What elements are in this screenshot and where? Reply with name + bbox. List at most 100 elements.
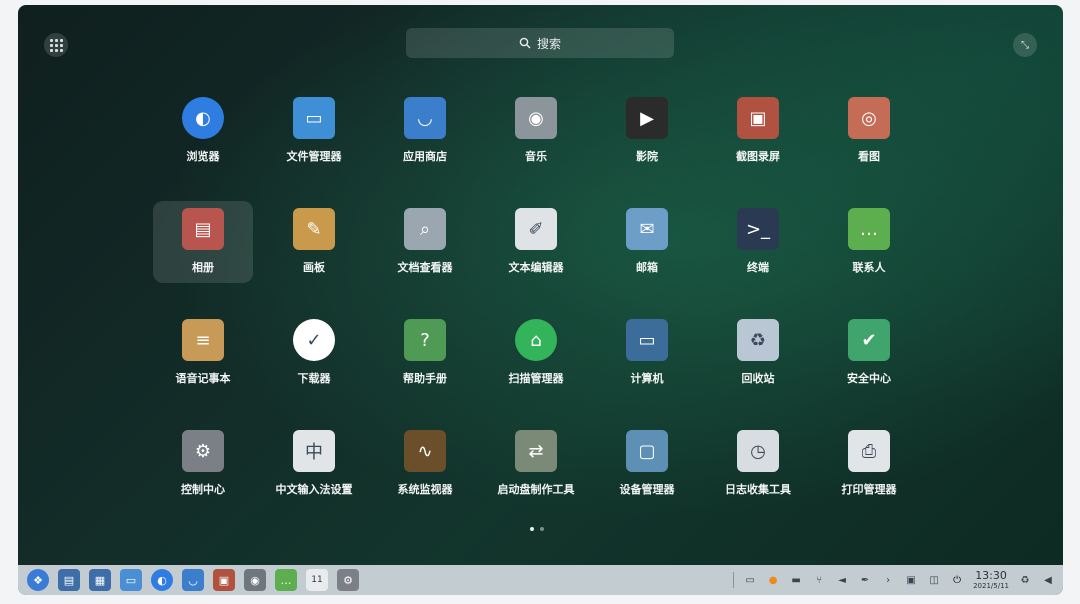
app-label: 系统监视器 [397, 483, 453, 496]
app-label: 文本编辑器 [508, 261, 564, 274]
shopping-bag-icon: ◡ [404, 97, 446, 139]
text-editor-icon: ✐ [515, 208, 557, 250]
grid-view-button[interactable] [44, 33, 68, 57]
page-indicator [530, 527, 544, 531]
usb-icon[interactable]: ⑂ [812, 573, 826, 587]
app-terminal[interactable]: >_ 终端 [708, 201, 808, 283]
chat-icon[interactable]: … [275, 569, 297, 591]
search-box[interactable]: 搜索 [406, 28, 674, 58]
app-label: 语音记事本 [175, 372, 231, 385]
app-computer[interactable]: ▭ 计算机 [597, 312, 697, 394]
browser-icon[interactable]: ◐ [151, 569, 173, 591]
image-viewer-icon: ◎ [848, 97, 890, 139]
app-control-center[interactable]: ⚙ 控制中心 [153, 423, 253, 505]
browser-icon: ◐ [182, 97, 224, 139]
app-music[interactable]: ◉ 音乐 [486, 90, 586, 172]
app-file-manager[interactable]: ▭ 文件管理器 [264, 90, 364, 172]
photo-album-icon: ▤ [182, 208, 224, 250]
app-mail[interactable]: ✉ 邮箱 [597, 201, 697, 283]
grid-icon [49, 38, 63, 52]
fullscreen-toggle-button[interactable]: ⤡ [1013, 33, 1037, 57]
app-label: 终端 [747, 261, 769, 274]
shield-check-icon: ✔ [848, 319, 890, 361]
window-icon[interactable]: ▣ [904, 573, 918, 587]
folder-icon: ▭ [293, 97, 335, 139]
app-label: 相册 [192, 261, 214, 274]
cpu-icon[interactable]: ◫ [927, 573, 941, 587]
usb-icon: ⇄ [515, 430, 557, 472]
app-system-monitor[interactable]: ∿ 系统监视器 [375, 423, 475, 505]
launcher-screen: 搜索 ⤡ ◐ 浏览器 ▭ 文件管理器 ◡ 应用商店 ◉ 音乐 ▶ 影院 ▣ 截图录屏 ◎ 看图 ▤ 相册 ✎ 画板… [18, 5, 1063, 595]
settings-icon[interactable]: ⚙ [337, 569, 359, 591]
screen-icon[interactable]: ▭ [743, 573, 757, 587]
dock-items: ❖ ▤ ▦ ▭ ◐ ◡ ▣ ◉ … 11 ⚙ [18, 569, 359, 591]
keyboard-icon[interactable]: ▬ [789, 573, 803, 587]
pen-icon[interactable]: ✒ [858, 573, 872, 587]
app-label: 文档查看器 [397, 261, 453, 274]
workspace-icon[interactable]: ▦ [89, 569, 111, 591]
app-voice-note[interactable]: ≡ 语音记事本 [153, 312, 253, 394]
app-draw[interactable]: ✎ 画板 [264, 201, 364, 283]
notification-icon[interactable]: ◀ [1041, 573, 1055, 587]
app-label: 文件管理器 [286, 150, 342, 163]
page-dot[interactable] [540, 527, 544, 531]
chat-icon: … [848, 208, 890, 250]
app-label: 应用商店 [403, 150, 447, 163]
search-icon [519, 37, 531, 49]
tray-separator [733, 572, 735, 588]
app-label: 影院 [636, 150, 658, 163]
chevron-right-icon[interactable]: › [881, 573, 895, 587]
page-dot[interactable] [530, 527, 534, 531]
app-label: 启动盘制作工具 [497, 483, 575, 496]
app-scanner[interactable]: ⌂ 扫描管理器 [486, 312, 586, 394]
clock[interactable]: 13:30 2021/5/11 [973, 570, 1009, 590]
app-screenshot[interactable]: ▣ 截图录屏 [708, 90, 808, 172]
app-image-viewer[interactable]: ◎ 看图 [819, 90, 919, 172]
music-icon[interactable]: ◉ [244, 569, 266, 591]
app-label: 日志收集工具 [725, 483, 791, 496]
app-print-manager[interactable]: ⎙ 打印管理器 [819, 423, 919, 505]
palette-icon: ✎ [293, 208, 335, 250]
app-text-editor[interactable]: ✐ 文本编辑器 [486, 201, 586, 283]
keyboard-icon: 中 [293, 430, 335, 472]
app-label: 中文输入法设置 [275, 483, 353, 496]
notepad-icon: ≡ [182, 319, 224, 361]
app-help[interactable]: ? 帮助手册 [375, 312, 475, 394]
app-movie[interactable]: ▶ 影院 [597, 90, 697, 172]
app-label: 控制中心 [181, 483, 225, 496]
app-store-icon[interactable]: ◡ [182, 569, 204, 591]
app-album[interactable]: ▤ 相册 [153, 201, 253, 283]
clock-time: 13:30 [975, 569, 1007, 582]
app-label: 联系人 [852, 261, 886, 274]
help-book-icon: ? [404, 319, 446, 361]
app-browser[interactable]: ◐ 浏览器 [153, 90, 253, 172]
app-label: 帮助手册 [403, 372, 447, 385]
multitask-icon[interactable]: ▤ [58, 569, 80, 591]
app-doc-viewer[interactable]: ⌕ 文档查看器 [375, 201, 475, 283]
folder-icon[interactable]: ▭ [120, 569, 142, 591]
launcher-icon[interactable]: ❖ [27, 569, 49, 591]
power-icon[interactable]: ⏻ [950, 573, 964, 587]
calendar-icon[interactable]: 11 [306, 569, 328, 591]
app-label: 回收站 [741, 372, 775, 385]
trash-icon[interactable]: ♻ [1018, 573, 1032, 587]
app-input-method[interactable]: 中中文输入法设置 [264, 423, 364, 505]
app-boot-maker[interactable]: ⇄ 启动盘制作工具 [486, 423, 586, 505]
screenshot-icon[interactable]: ▣ [213, 569, 235, 591]
fire-icon[interactable]: ● [766, 573, 780, 587]
app-contacts[interactable]: … 联系人 [819, 201, 919, 283]
tray-end-items: ♻ ◀ [1018, 573, 1055, 587]
app-device-manager[interactable]: ▢ 设备管理器 [597, 423, 697, 505]
app-trash[interactable]: ♻ 回收站 [708, 312, 808, 394]
app-label: 下载器 [297, 372, 331, 385]
app-app-store[interactable]: ◡ 应用商店 [375, 90, 475, 172]
app-downloader[interactable]: ✓ 下载器 [264, 312, 364, 394]
volume-icon[interactable]: ◄ [835, 573, 849, 587]
app-log-viewer[interactable]: ◷ 日志收集工具 [708, 423, 808, 505]
app-label: 计算机 [630, 372, 664, 385]
clock-date: 2021/5/11 [973, 582, 1009, 590]
printer-icon: ⎙ [848, 430, 890, 472]
app-label: 安全中心 [847, 372, 891, 385]
app-security[interactable]: ✔ 安全中心 [819, 312, 919, 394]
app-label: 截图录屏 [736, 150, 780, 163]
